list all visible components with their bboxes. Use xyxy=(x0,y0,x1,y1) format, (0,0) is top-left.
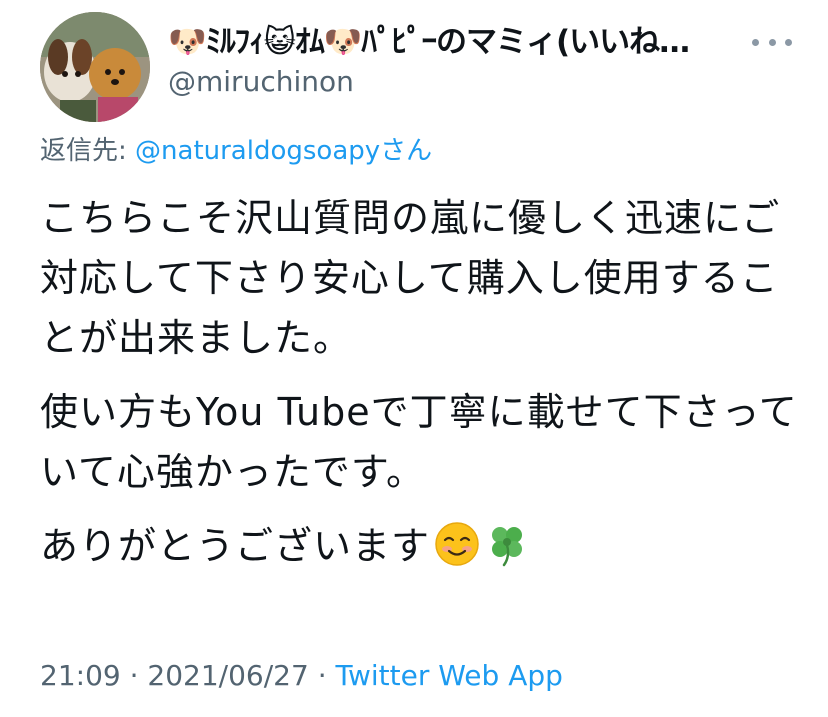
author-handle[interactable]: @miruchinon xyxy=(168,64,354,100)
tweet-paragraph-text: ありがとうございます xyxy=(40,524,431,568)
more-dot-icon xyxy=(785,38,792,46)
reply-to-line: 返信先: @naturaldogsoapyさん xyxy=(40,134,432,168)
reply-prefix: 返信先: xyxy=(40,136,136,166)
meta-separator: · xyxy=(120,659,148,692)
reply-suffix: さん xyxy=(380,136,433,166)
tweet-date[interactable]: 2021/06/27 xyxy=(147,659,308,692)
meta-separator: · xyxy=(308,659,336,692)
more-dot-icon xyxy=(768,38,776,46)
author-display-name[interactable]: 🐶ﾐﾙﾌｨ😺ｵﾑ🐶ﾊﾟﾋﾟｰのマミィ(いいね… xyxy=(168,22,728,62)
avatar[interactable] xyxy=(40,12,150,122)
more-options-button[interactable] xyxy=(752,30,792,54)
tweet-card: 🐶ﾐﾙﾌｨ😺ｵﾑ🐶ﾊﾟﾋﾟｰのマミィ(いいね… @miruchinon 返信先:… xyxy=(0,0,828,717)
more-dot-icon xyxy=(752,38,759,46)
tweet-paragraph: 使い方もYou Tubeで丁寧に載せて下さっていて心強かったです。 xyxy=(40,390,798,494)
tweet-text: こちらこそ沢山質問の嵐に優しく迅速にご対応して下さり安心して購入し使用することが… xyxy=(40,188,800,590)
tweet-paragraph: ありがとうございます xyxy=(40,516,800,576)
smiling-face-icon xyxy=(434,521,480,567)
tweet-source-link[interactable]: Twitter Web App xyxy=(336,659,563,692)
tweet-meta: 21:09 · 2021/06/27 · Twitter Web App xyxy=(40,658,563,694)
four-leaf-clover-icon xyxy=(484,521,530,567)
tweet-time[interactable]: 21:09 xyxy=(40,659,121,692)
tweet-paragraph: こちらこそ沢山質問の嵐に優しく迅速にご対応して下さり安心して購入し使用することが… xyxy=(40,196,781,360)
reply-mention-link[interactable]: @naturaldogsoapy xyxy=(135,136,380,166)
